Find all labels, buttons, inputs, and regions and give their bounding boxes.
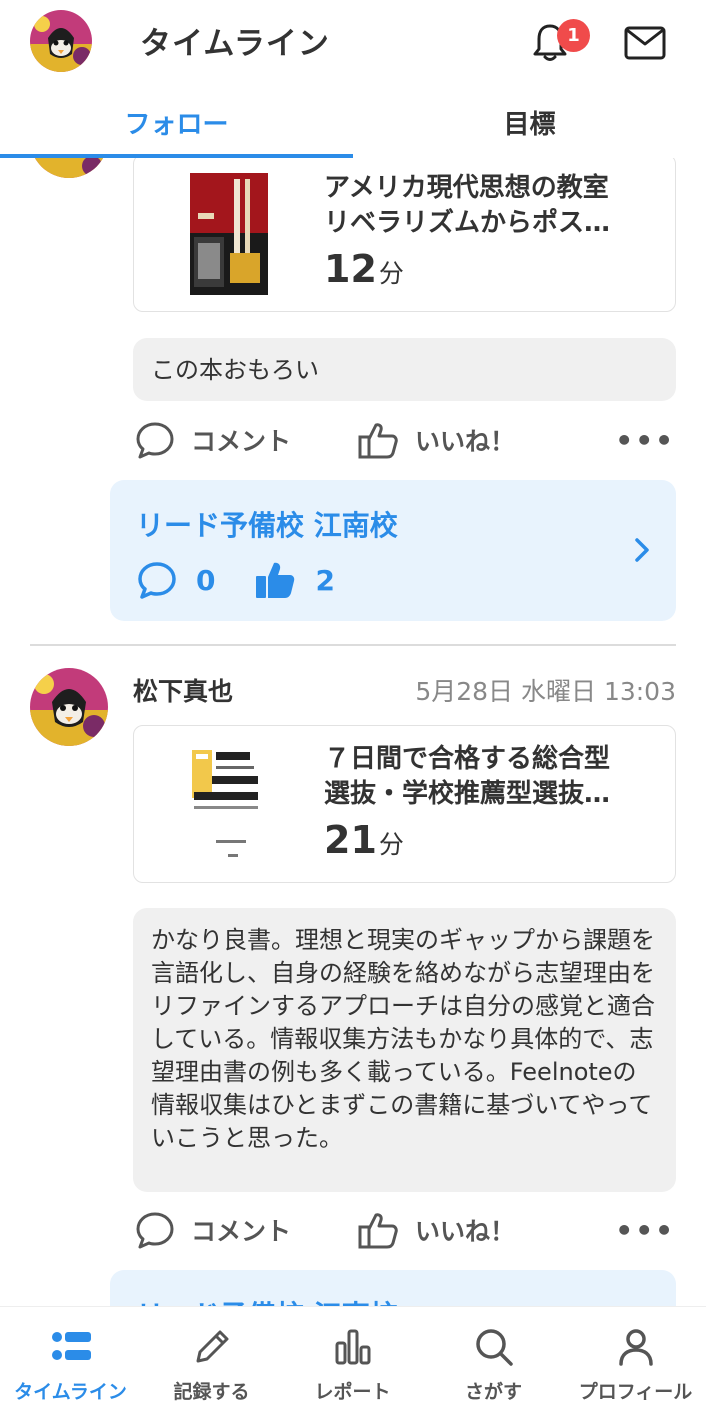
like-button[interactable]: いいね！ [357, 416, 515, 464]
book-card[interactable]: ７日間で合格する総合型 選抜・学校推薦型選抜… 21分 [133, 725, 676, 883]
nav-search[interactable]: さがす [423, 1325, 564, 1404]
like-button[interactable]: いいね！ [357, 1206, 515, 1254]
page-title: タイムライン [140, 26, 330, 62]
reading-minutes: 12分 [324, 247, 404, 291]
app-header: タイムライン 1 [0, 0, 706, 86]
user-avatar[interactable] [30, 10, 92, 72]
tab-goal[interactable]: 目標 [353, 104, 706, 141]
group-stats: 0 2 [136, 560, 373, 600]
post-comment: かなり良書。理想と現実のギャップから課題を言語化し、自身の経験を絡めながら志望理… [133, 908, 676, 1192]
post-date: 5月28日 水曜日 13:03 [415, 677, 676, 706]
person-icon [618, 1329, 653, 1366]
post-divider [30, 644, 676, 646]
author-name[interactable]: 松下真也 [133, 672, 233, 708]
comment-icon [136, 1212, 174, 1249]
search-icon [475, 1329, 513, 1366]
comment-button[interactable]: コメント [135, 1206, 291, 1254]
nav-report[interactable]: レポート [282, 1325, 423, 1404]
bottom-navigation: タイムライン 記録する レポート さがす プロフィール [0, 1306, 706, 1414]
chevron-right-icon [635, 538, 649, 562]
post-actions: コメント いいね！ ••• [135, 416, 675, 464]
mail-icon[interactable] [624, 26, 666, 60]
timeline-icon [51, 1332, 91, 1360]
author-avatar[interactable] [30, 668, 108, 746]
book-title: アメリカ現代思想の教室 リベラリズムからポス… [324, 173, 611, 238]
active-tab-indicator [0, 154, 353, 158]
group-card[interactable]: リード予備校 江南校 0 2 [110, 480, 676, 621]
thumbs-up-icon [358, 423, 398, 459]
like-count: 2 [315, 563, 335, 597]
nav-profile[interactable]: プロフィール [565, 1325, 706, 1404]
book-card[interactable]: アメリカ現代思想の教室 リベラリズムからポス… 12分 [133, 158, 676, 312]
tab-bar: フォロー 目標 [0, 86, 706, 158]
group-name: リード予備校 江南校 [136, 509, 398, 542]
nav-timeline[interactable]: タイムライン [0, 1325, 141, 1404]
more-options-button[interactable]: ••• [615, 416, 675, 464]
author-avatar[interactable] [30, 158, 108, 178]
group-name: リード予備校 江南校 [136, 1294, 398, 1306]
pencil-icon [196, 1330, 228, 1363]
tab-follow[interactable]: フォロー [0, 104, 353, 141]
comment-icon [138, 562, 176, 599]
bar-chart-icon [335, 1329, 370, 1365]
comment-icon [136, 422, 174, 459]
post-comment: この本おもろい [133, 338, 676, 401]
reading-minutes: 21分 [324, 818, 404, 862]
group-card[interactable]: リード予備校 江南校 [110, 1270, 676, 1306]
thumbs-up-filled-icon [256, 562, 295, 598]
book-title: ７日間で合格する総合型 選抜・学校推薦型選抜… [324, 744, 611, 809]
notification-badge: 1 [557, 19, 590, 52]
comment-count: 0 [196, 563, 216, 597]
thumbs-up-icon [358, 1213, 398, 1249]
book-cover-image [190, 744, 268, 866]
post-actions: コメント いいね！ ••• [135, 1206, 675, 1254]
more-options-button[interactable]: ••• [615, 1206, 675, 1254]
book-cover-image [190, 173, 268, 295]
comment-button[interactable]: コメント [135, 416, 291, 464]
nav-record[interactable]: 記録する [141, 1325, 282, 1404]
timeline-feed[interactable]: アメリカ現代思想の教室 リベラリズムからポス… 12分 この本おもろい コメント… [0, 158, 706, 1306]
